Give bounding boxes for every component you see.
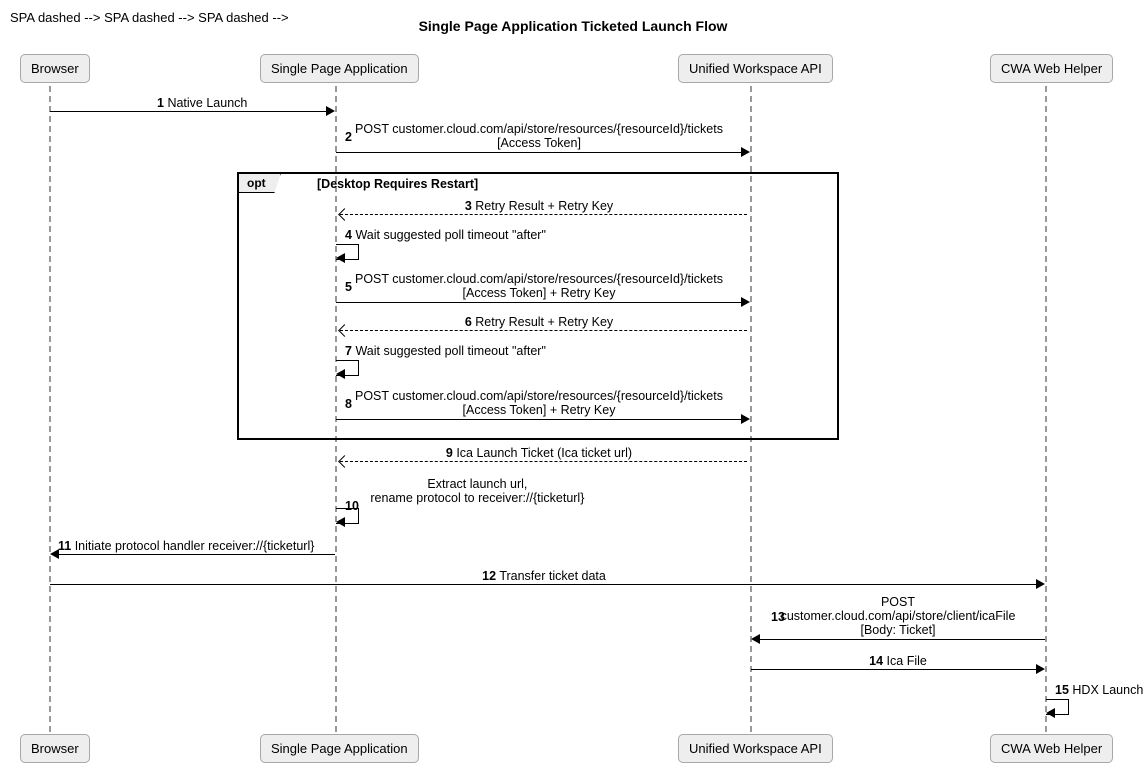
- arrow-14: [751, 669, 1037, 670]
- participant-browser-bottom: Browser: [20, 734, 90, 763]
- participant-cwa-top: CWA Web Helper: [990, 54, 1113, 83]
- arrow-9: [340, 461, 747, 462]
- participant-spa-bottom: Single Page Application: [260, 734, 419, 763]
- msg-3: 3 Retry Result + Retry Key: [336, 199, 742, 213]
- arrowhead-1: [326, 106, 335, 116]
- msg-14: 14 Ica File: [751, 654, 1045, 668]
- arrowhead-7: [336, 369, 345, 379]
- arrow-3: [340, 214, 747, 215]
- sequence-diagram: Single Page Application Ticketed Launch …: [10, 10, 1136, 759]
- arrow-1: [50, 111, 327, 112]
- msg-8: 8 POST customer.cloud.com/api/store/reso…: [336, 389, 742, 417]
- arrow-2: [336, 152, 742, 153]
- msg-15: 15 HDX Launch: [1055, 683, 1143, 697]
- participant-uwa-bottom: Unified Workspace API: [678, 734, 833, 763]
- msg-5: 5 POST customer.cloud.com/api/store/reso…: [336, 272, 742, 300]
- arrow-13: [759, 639, 1045, 640]
- msg-4: 4 Wait suggested poll timeout "after": [345, 228, 546, 242]
- msg-1: 1 Native Launch: [157, 96, 247, 110]
- arrowhead-5: [741, 297, 750, 307]
- arrow-6: [340, 330, 747, 331]
- diagram-title: Single Page Application Ticketed Launch …: [10, 18, 1136, 34]
- arrow-12: [50, 584, 1037, 585]
- participant-browser-top: Browser: [20, 54, 90, 83]
- arrowhead-10: [336, 517, 345, 527]
- arrow-5: [336, 302, 742, 303]
- msg-13: 13 POSTcustomer.cloud.com/api/store/clie…: [751, 595, 1045, 637]
- participant-spa-top: Single Page Application: [260, 54, 419, 83]
- msg-6: 6 Retry Result + Retry Key: [336, 315, 742, 329]
- lifeline-browser: [49, 86, 51, 732]
- msg-9: 9 Ica Launch Ticket (Ica ticket url): [336, 446, 742, 460]
- arrowhead-2: [741, 147, 750, 157]
- arrow-8: [336, 419, 742, 420]
- opt-condition: [Desktop Requires Restart]: [317, 177, 478, 191]
- lifeline-cwa: [1045, 86, 1047, 732]
- msg-10: 10 Extract launch url,rename protocol to…: [345, 477, 584, 505]
- opt-label: opt: [239, 174, 281, 193]
- arrow-11: [58, 554, 335, 555]
- msg-12: 12 Transfer ticket data: [50, 569, 1038, 583]
- msg-2: 2 POST customer.cloud.com/api/store/reso…: [336, 122, 742, 150]
- arrowhead-15: [1046, 708, 1055, 718]
- participant-cwa-bottom: CWA Web Helper: [990, 734, 1113, 763]
- arrowhead-8: [741, 414, 750, 424]
- msg-7: 7 Wait suggested poll timeout "after": [345, 344, 546, 358]
- participant-uwa-top: Unified Workspace API: [678, 54, 833, 83]
- msg-11: 11 Initiate protocol handler receiver://…: [58, 539, 314, 553]
- arrowhead-4: [336, 253, 345, 263]
